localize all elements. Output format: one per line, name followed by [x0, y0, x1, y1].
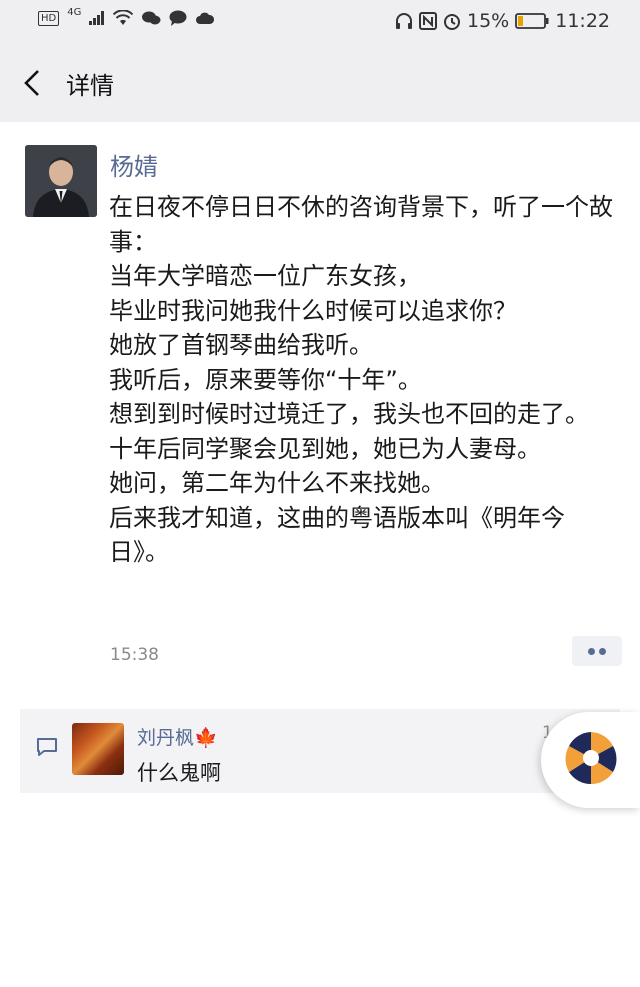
hd-badge: HD	[38, 10, 60, 26]
nav-bar: 详情	[0, 44, 640, 122]
wechat-icon	[142, 11, 161, 25]
comment-text: 什么鬼啊	[137, 761, 221, 785]
author-avatar[interactable]	[25, 145, 97, 217]
status-left: HD 4G	[38, 6, 215, 26]
author-name[interactable]: 杨婧	[110, 147, 158, 182]
nfc-icon	[419, 12, 437, 30]
battery-icon	[515, 13, 549, 29]
dot-icon	[588, 648, 595, 655]
clock-time: 11:22	[555, 10, 610, 32]
back-arrow-icon[interactable]	[22, 68, 42, 98]
dot-icon	[599, 648, 606, 655]
alarm-icon	[444, 14, 460, 30]
cloud-icon	[196, 12, 215, 24]
signal-icon	[89, 11, 105, 25]
message-icon	[169, 10, 187, 26]
commenter-name[interactable]: 刘丹枫🍁	[137, 723, 218, 750]
commenter-avatar[interactable]	[72, 723, 124, 775]
floating-assistant-button[interactable]	[541, 712, 640, 808]
comment-section: 刘丹枫🍁 什么鬼啊 1	[20, 709, 620, 793]
status-bar: HD 4G 15% 11:22	[0, 0, 640, 44]
status-right: 15% 11:22	[395, 10, 610, 32]
battery-percent: 15%	[467, 10, 510, 32]
network-type: 4G	[67, 6, 82, 18]
pinwheel-icon	[563, 730, 619, 786]
post-content: 在日夜不停日日不休的咨询背景下，听了一个故事： 当年大学暗恋一位广东女孩， 毕业…	[109, 193, 613, 566]
post-timestamp: 15:38	[110, 645, 159, 665]
headphones-icon	[396, 13, 412, 29]
comment-icon	[37, 738, 57, 756]
page-title: 详情	[66, 72, 114, 100]
more-actions-button[interactable]	[572, 636, 622, 666]
wifi-icon	[113, 10, 134, 25]
